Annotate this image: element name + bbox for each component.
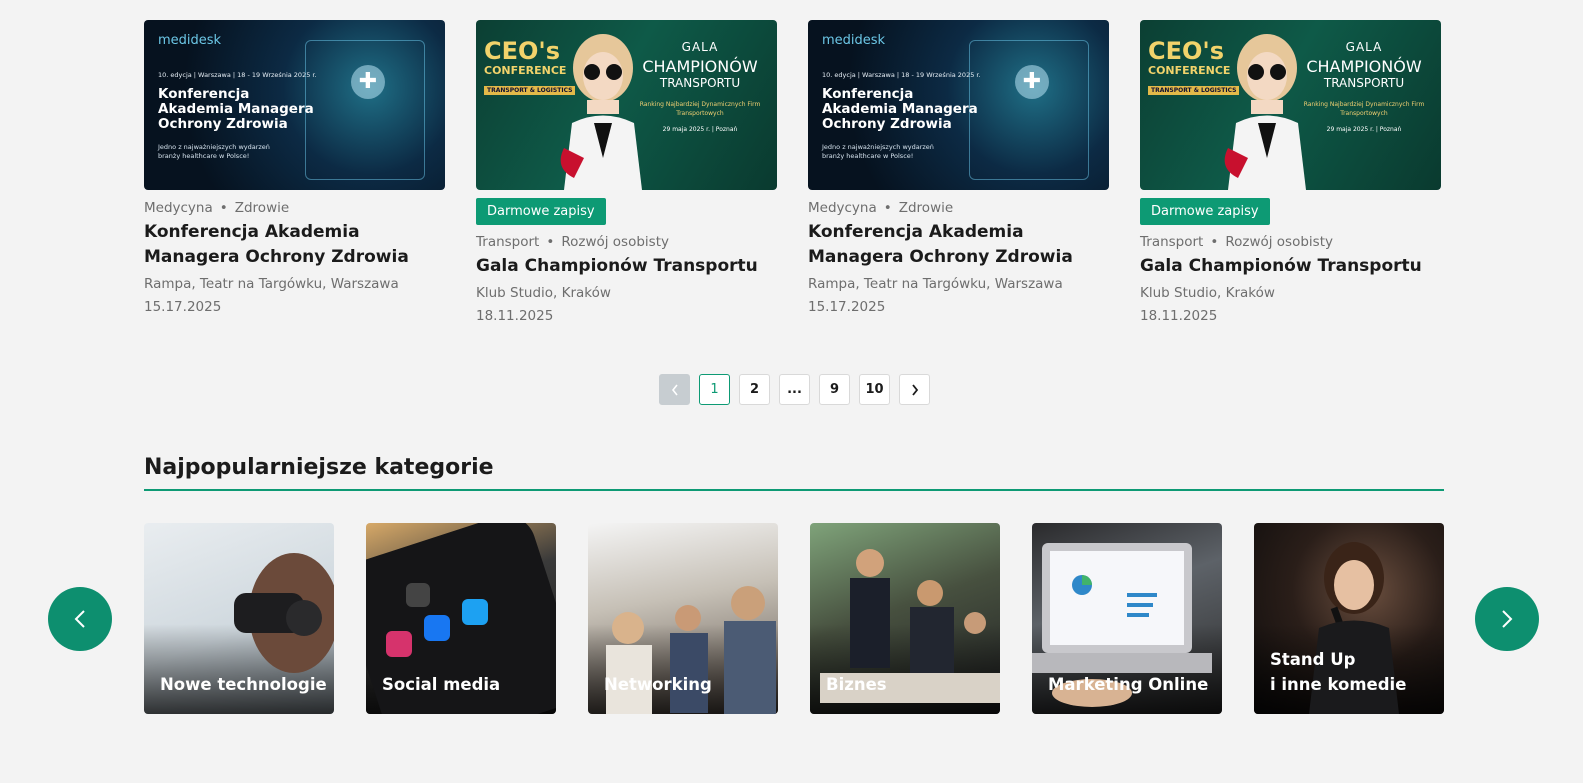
category-card[interactable]: Networking — [588, 523, 778, 714]
event-card[interactable]: ✚ medidesk 10. edycja | Warszawa | 18 - 19… — [808, 20, 1109, 328]
banner-subtitle: Jedno z najważniejszych wydarzeń branży … — [158, 143, 270, 160]
category-label: Marketing Online — [1048, 675, 1209, 694]
pagination-ellipsis: ... — [779, 374, 810, 405]
banner-transport: TRANSPORTU — [1323, 76, 1405, 90]
category-label: Nowe technologie — [160, 675, 327, 694]
event-location: Rampa, Teatr na Targówku, Warszawa — [808, 276, 1063, 292]
banner-ranking: Ranking Najbardziej Dynamicznych Firm Tr… — [1303, 101, 1425, 117]
event-location: Rampa, Teatr na Targówku, Warszawa — [144, 276, 399, 292]
event-tag[interactable]: Zdrowie — [899, 200, 953, 216]
event-card[interactable]: ✚ medidesk 10. edycja | Warszawa | 18 - 19… — [144, 20, 445, 328]
tag-separator: • — [883, 200, 892, 216]
free-signup-badge: Darmowe zapisy — [476, 198, 606, 225]
category-list: Nowe technologie Social media Networking Bi… — [144, 523, 1444, 714]
chevron-left-icon — [74, 610, 85, 628]
pagination-page-9[interactable]: 9 — [819, 374, 850, 405]
category-card[interactable]: Stand Up i inne komedie — [1254, 523, 1444, 714]
event-date: 15.17.2025 — [144, 299, 222, 315]
category-label: Stand Up i inne komedie — [1270, 650, 1407, 694]
event-banner[interactable]: CEO's CONFERENCE TRANSPORT & LOGISTICS GALA… — [476, 20, 777, 190]
event-card[interactable]: CEO's CONFERENCE TRANSPORT & LOGISTICS GALA… — [1140, 20, 1441, 328]
banner-champions: CHAMPIONÓW — [642, 57, 758, 76]
tag-separator: • — [219, 200, 228, 216]
event-meta: Rampa, Teatr na Targówku, Warszawa 15.17.… — [808, 273, 1109, 319]
event-location: Klub Studio, Kraków — [476, 285, 611, 301]
event-banner[interactable]: ✚ medidesk 10. edycja | Warszawa | 18 - 19… — [808, 20, 1109, 190]
event-tags: Transport • Rozwój osobisty — [476, 234, 777, 250]
event-tag[interactable]: Transport — [1140, 234, 1203, 250]
banner-transport: TRANSPORTU — [659, 76, 741, 90]
banner-decoration — [969, 40, 1089, 180]
event-tag[interactable]: Rozwój osobisty — [561, 234, 669, 250]
category-label: Social media — [382, 675, 501, 694]
event-tag[interactable]: Transport — [476, 234, 539, 250]
tag-separator: • — [1210, 234, 1219, 250]
banner-headline: Konferencja Akademia Managera Ochrony Zd… — [158, 86, 314, 132]
pagination-page-2[interactable]: 2 — [739, 374, 770, 405]
event-title[interactable]: Konferencja Akademia Managera Ochrony Zd… — [808, 220, 1109, 270]
chevron-right-icon — [1502, 610, 1513, 628]
event-tags: Transport • Rozwój osobisty — [1140, 234, 1441, 250]
pagination: 1 2... 9 10 — [659, 374, 930, 405]
event-tag[interactable]: Zdrowie — [235, 200, 289, 216]
banner-when: 29 maja 2025 r. | Poznań — [662, 126, 738, 133]
event-card[interactable]: CEO's CONFERENCE TRANSPORT & LOGISTICS GALA… — [476, 20, 777, 328]
medical-cross-icon: ✚ — [1015, 65, 1049, 99]
event-date: 15.17.2025 — [808, 299, 886, 315]
event-title[interactable]: Gala Championów Transportu — [1140, 254, 1441, 279]
category-label: Biznes — [826, 675, 887, 694]
banner-gala-text: GALA CHAMPIONÓW TRANSPORTU Ranking Najbardz… — [1299, 40, 1429, 133]
category-card[interactable]: Biznes — [810, 523, 1000, 714]
banner-decoration — [305, 40, 425, 180]
pagination-next-button[interactable] — [899, 374, 930, 405]
banner-logo: medidesk — [158, 33, 222, 48]
banner-ranking: Ranking Najbardziej Dynamicznych Firm Tr… — [639, 101, 761, 117]
pagination-page-10[interactable]: 10 — [859, 374, 890, 405]
event-meta: Rampa, Teatr na Targówku, Warszawa 15.17.… — [144, 273, 445, 319]
banner-gala: GALA — [681, 40, 719, 54]
category-card[interactable]: Social media — [366, 523, 556, 714]
banner-edition: 10. edycja | Warszawa | 18 - 19 Września… — [158, 71, 317, 79]
banner-when: 29 maja 2025 r. | Poznań — [1326, 126, 1402, 133]
categories-divider — [144, 489, 1444, 491]
event-title[interactable]: Gala Championów Transportu — [476, 254, 777, 279]
event-title[interactable]: Konferencja Akademia Managera Ochrony Zd… — [144, 220, 445, 270]
event-date: 18.11.2025 — [1140, 308, 1218, 324]
event-meta: Klub Studio, Kraków 18.11.2025 — [1140, 282, 1441, 328]
category-card[interactable]: Nowe technologie — [144, 523, 334, 714]
event-tag[interactable]: Medycyna — [144, 200, 213, 216]
event-tags: Medycyna • Zdrowie — [808, 200, 1109, 216]
banner-champions: CHAMPIONÓW — [1306, 57, 1422, 76]
banner-gala-text: GALA CHAMPIONÓW TRANSPORTU Ranking Najbardz… — [635, 40, 765, 133]
banner-subtitle: Jedno z najważniejszych wydarzeń branży … — [822, 143, 934, 160]
event-tag[interactable]: Medycyna — [808, 200, 877, 216]
tag-separator: • — [546, 234, 555, 250]
banner-edition: 10. edycja | Warszawa | 18 - 19 Września… — [822, 71, 981, 79]
event-location: Klub Studio, Kraków — [1140, 285, 1275, 301]
event-meta: Klub Studio, Kraków 18.11.2025 — [476, 282, 777, 328]
event-tag[interactable]: Rozwój osobisty — [1225, 234, 1333, 250]
event-banner[interactable]: CEO's CONFERENCE TRANSPORT & LOGISTICS GALA… — [1140, 20, 1441, 190]
banner-logo: medidesk — [822, 33, 886, 48]
banner-gala: GALA — [1345, 40, 1383, 54]
free-signup-badge: Darmowe zapisy — [1140, 198, 1270, 225]
chevron-left-icon — [671, 384, 678, 395]
event-list: ✚ medidesk 10. edycja | Warszawa | 18 - 19… — [144, 20, 1444, 328]
categories-next-button[interactable] — [1475, 587, 1539, 651]
event-tags: Medycyna • Zdrowie — [144, 200, 445, 216]
banner-headline: Konferencja Akademia Managera Ochrony Zd… — [822, 86, 978, 132]
medical-cross-icon: ✚ — [351, 65, 385, 99]
pagination-prev-button[interactable] — [659, 374, 690, 405]
pagination-page-1[interactable]: 1 — [699, 374, 730, 405]
categories-heading: Najpopularniejsze kategorie — [144, 455, 494, 480]
categories-prev-button[interactable] — [48, 587, 112, 651]
category-label: Networking — [604, 675, 712, 694]
event-banner[interactable]: ✚ medidesk 10. edycja | Warszawa | 18 - 19… — [144, 20, 445, 190]
category-card[interactable]: Marketing Online — [1032, 523, 1222, 714]
event-date: 18.11.2025 — [476, 308, 554, 324]
chevron-right-icon — [911, 383, 918, 396]
